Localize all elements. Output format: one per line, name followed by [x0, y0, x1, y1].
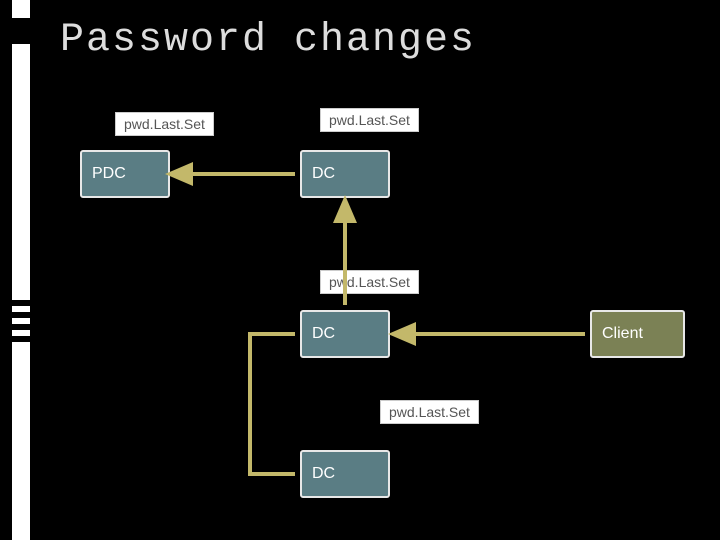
node-dc-1: DC [300, 150, 390, 198]
slide-title: Password changes [60, 18, 476, 63]
label-pwdlastset-1: pwd.Last.Set [115, 112, 214, 136]
node-pdc: PDC [80, 150, 170, 198]
label-pwdlastset-4: pwd.Last.Set [380, 400, 479, 424]
node-client: Client [590, 310, 685, 358]
label-pwdlastset-3: pwd.Last.Set [320, 270, 419, 294]
arrow-dc2-to-dc3-path [250, 334, 295, 474]
node-dc-2: DC [300, 310, 390, 358]
slide: Password changes pwd.Last.Set pwd.Last.S… [0, 0, 720, 540]
label-pwdlastset-2: pwd.Last.Set [320, 108, 419, 132]
left-ribbon [12, 0, 30, 540]
node-dc-3: DC [300, 450, 390, 498]
